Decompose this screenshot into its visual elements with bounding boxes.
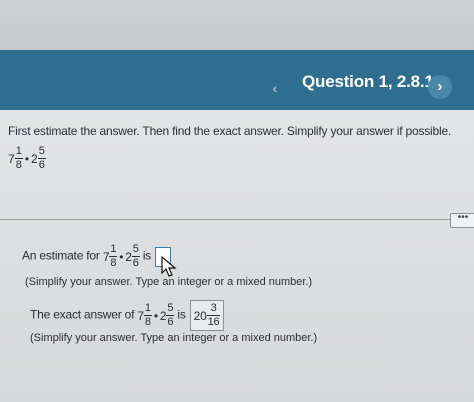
exact-answer-input[interactable]: 20 3 16 — [189, 300, 225, 331]
first-numerator: 1 — [14, 145, 23, 159]
section-divider — [0, 219, 474, 220]
top-band — [0, 0, 474, 50]
more-options-button[interactable]: ••• — [450, 213, 474, 228]
estimate-second-denominator: 6 — [132, 257, 139, 269]
estimate-operator: • — [119, 249, 124, 264]
first-denominator: 8 — [15, 159, 22, 171]
exact-answer-whole: 20 — [193, 308, 207, 323]
exact-answer-denominator: 16 — [207, 316, 220, 328]
estimate-first-fraction: 18 — [109, 243, 118, 269]
estimate-suffix: is — [142, 248, 152, 263]
question-title: Question 1, 2.8.1 — [302, 72, 434, 91]
multiply-operator: • — [24, 151, 30, 166]
second-whole: 2 — [31, 151, 38, 166]
exact-first-denominator: 8 — [144, 316, 151, 328]
estimate-hint: (Simplify your answer. Type an integer o… — [25, 276, 313, 288]
next-question-button[interactable]: › — [428, 75, 452, 99]
exact-second-denominator: 6 — [167, 316, 174, 328]
estimate-prefix: An estimate for — [22, 248, 100, 263]
mouse-cursor-icon — [161, 256, 177, 277]
exact-answer-fraction: 3 16 — [206, 303, 221, 328]
exact-second-numerator: 5 — [166, 302, 175, 316]
estimate-second-numerator: 5 — [131, 243, 140, 257]
second-numerator: 5 — [37, 145, 46, 159]
second-fraction: 56 — [37, 145, 46, 171]
estimate-first-denominator: 8 — [110, 257, 117, 269]
estimate-first-numerator: 1 — [109, 243, 118, 257]
exact-second-fraction: 56 — [166, 302, 175, 328]
exact-hint: (Simplify your answer. Type an integer o… — [30, 332, 318, 344]
instruction-text: First estimate the answer. Then find the… — [8, 124, 452, 138]
estimate-line: An estimate for 7 1 8 • 2 5 6 is — [22, 243, 172, 269]
exact-operator: • — [153, 308, 158, 323]
problem-expression: 7 1 8 • 2 5 6 — [8, 146, 46, 171]
exact-prefix: The exact answer of — [30, 307, 135, 322]
estimate-second-fraction: 56 — [131, 243, 140, 269]
exact-suffix: is — [177, 307, 186, 322]
first-whole: 7 — [8, 151, 15, 166]
exact-first-fraction: 18 — [143, 302, 152, 328]
second-denominator: 6 — [38, 159, 45, 171]
previous-question-icon[interactable]: ‹ — [266, 79, 284, 97]
exact-line: The exact answer of 7 1 8 • 2 5 6 is 20 3 16 — [30, 300, 225, 331]
exact-first-numerator: 1 — [143, 302, 152, 316]
exact-answer-numerator: 3 — [206, 303, 221, 316]
first-fraction: 18 — [14, 145, 23, 171]
